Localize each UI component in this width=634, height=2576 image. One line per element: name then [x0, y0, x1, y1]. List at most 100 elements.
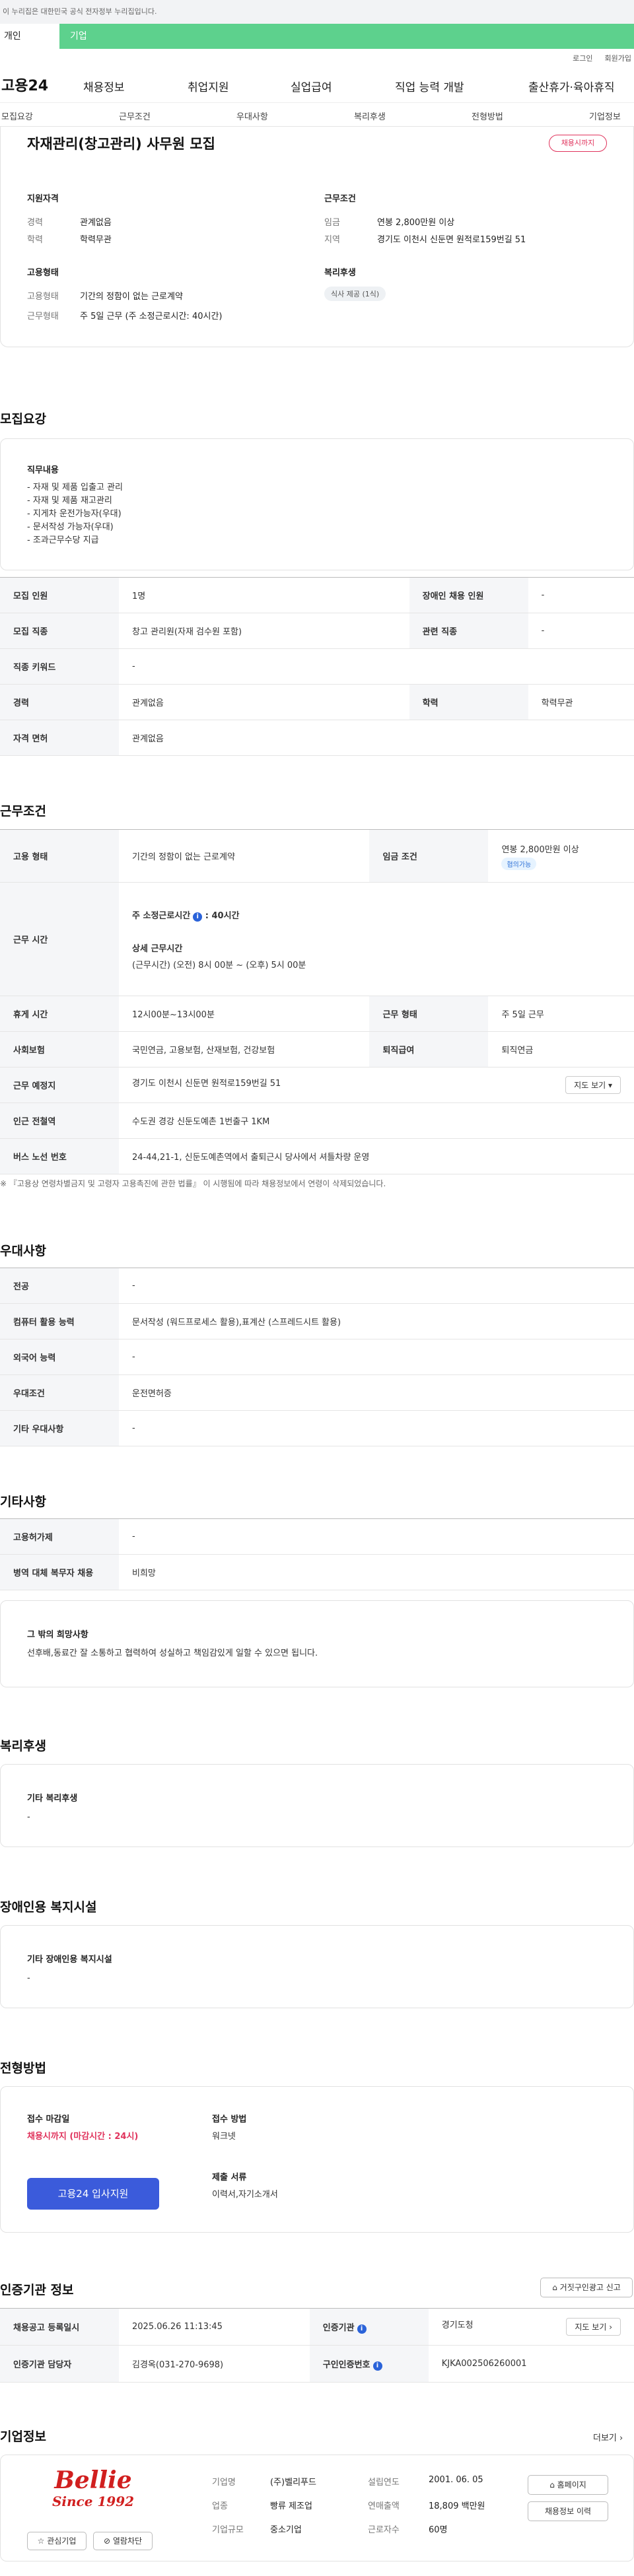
- duty-line: - 문서작성 가능자(우대): [27, 522, 114, 532]
- subnav-welfare[interactable]: 복리후생: [354, 110, 386, 122]
- cell-value: 12시00분~13시00분: [119, 996, 370, 1032]
- welfare-box: 기타 복리후생 -: [0, 1764, 634, 1847]
- welfare-title: 기타 복리후생: [27, 1794, 78, 1804]
- edu-label: 학력: [27, 235, 43, 245]
- cell-key: 휴게 시간: [0, 996, 119, 1032]
- cell-key: 채용공고 등록일시: [0, 2308, 119, 2346]
- duty-line: - 지게차 운전가능자(우대): [27, 509, 122, 519]
- cell-value: 기간의 정함이 없는 근로계약: [119, 829, 370, 883]
- cell-key: 구인인증번호 i: [309, 2345, 429, 2383]
- apply-button[interactable]: 고용24 입사지원: [27, 2178, 159, 2210]
- subnav-conditions[interactable]: 근무조건: [119, 110, 151, 122]
- company-name-label: 기업명: [212, 2478, 236, 2488]
- qual-heading: 지원자격: [27, 194, 59, 204]
- workform-value: 주 5일 근무 (주 소정근로시간: 40시간): [80, 312, 223, 322]
- size-label: 기업규모: [212, 2525, 244, 2535]
- report-button[interactable]: ⌂ 거짓구인광고 신고: [540, 2278, 633, 2297]
- home-icon: ⌂: [549, 2480, 555, 2490]
- cell-value: -: [119, 1518, 634, 1555]
- gov-notice: 이 누리집은 대한민국 공식 전자정부 누리집입니다.: [0, 0, 634, 24]
- etc-heading: 기타사항: [0, 1495, 46, 1509]
- star-icon: ☆: [37, 2536, 45, 2546]
- cell-key: 전공: [0, 1268, 119, 1304]
- welfare-heading: 복리후생: [324, 268, 356, 278]
- welfare-tag: 식사 제공 (1식): [324, 287, 386, 301]
- age-notice: ※ 『고용상 연령차별금지 및 고령자 고용촉진에 관한 법률』 이 시행됨에 …: [0, 1179, 386, 1188]
- hours-detail: (근무시간) (오전) 8시 00분 ~ (오후) 5시 00분: [132, 960, 306, 970]
- workform-label: 근무형태: [27, 312, 59, 322]
- subnav-company[interactable]: 기업정보: [589, 110, 621, 122]
- subnav-recruit[interactable]: 모집요강: [1, 110, 33, 122]
- industry-label: 업종: [212, 2501, 228, 2511]
- map-button[interactable]: 지도 보기 ▾: [565, 1076, 621, 1094]
- gnb-vocational-training[interactable]: 직업 능력 개발: [395, 78, 464, 94]
- gnb-jobs[interactable]: 채용정보: [83, 78, 125, 94]
- house-icon: ⌂: [552, 2283, 557, 2292]
- welfare-text: -: [27, 1812, 30, 1822]
- login-link[interactable]: 로그인: [573, 54, 592, 63]
- cell-value: 운전면허증: [119, 1374, 634, 1411]
- homepage-button[interactable]: ⌂ 홈페이지: [528, 2475, 608, 2495]
- tab-business[interactable]: 기업: [59, 24, 634, 49]
- utility-links: 로그인 회원가입: [0, 49, 634, 65]
- subnav-preference[interactable]: 우대사항: [236, 110, 268, 122]
- cell-key: 고용허가제: [0, 1518, 119, 1555]
- method-value: 워크넷: [212, 2132, 236, 2142]
- cell-key: 근무 예정지: [0, 1067, 119, 1103]
- hope-box: 그 밖의 희망사항 선후배,동료간 잘 소통하고 협력하여 성실하고 책임감있게…: [0, 1600, 634, 1687]
- process-heading: 전형방법: [0, 2061, 46, 2076]
- cell-value: -: [528, 613, 634, 649]
- founded-label: 설립연도: [368, 2478, 400, 2488]
- staff-label: 근로자수: [368, 2525, 400, 2535]
- cell-key: 모집 직종: [0, 613, 119, 649]
- cell-key: 사회보험: [0, 1031, 119, 1068]
- wage-text: 연봉 2,800만원 이상: [501, 844, 579, 855]
- info-icon[interactable]: i: [193, 912, 203, 922]
- job-title: 자재관리(창고관리) 사무원 모집: [27, 136, 215, 152]
- work-heading: 근무조건: [0, 804, 46, 819]
- cell-value: 학력무관: [528, 684, 634, 720]
- interest-button[interactable]: ☆ 관심기업: [27, 2532, 87, 2550]
- cell-value: 문서작성 (워드프로세스 활용),표계산 (스프레드시트 활용): [119, 1303, 634, 1339]
- cell-value: 주 5일 근무: [488, 996, 634, 1032]
- tab-personal[interactable]: 개인: [0, 24, 59, 49]
- hours-value: : 40시간: [205, 910, 240, 921]
- more-link[interactable]: 더보기 ›: [593, 2431, 623, 2443]
- disab-text: -: [27, 1973, 30, 1983]
- cell-key: 임금 조건: [369, 829, 489, 883]
- hope-title: 그 밖의 희망사항: [27, 1630, 88, 1640]
- gnb-parental-leave[interactable]: 출산휴가·육아휴직: [528, 78, 615, 94]
- cell-value: -: [528, 577, 634, 613]
- company-name: (주)벨리푸드: [270, 2478, 316, 2488]
- method-label: 접수 방법: [212, 2115, 247, 2124]
- emptype-label: 고용형태: [27, 292, 59, 302]
- global-nav: 고용24 채용정보 취업지원 실업급여 직업 능력 개발 출산휴가·육아휴직: [0, 65, 634, 103]
- size-value: 중소기업: [270, 2525, 302, 2535]
- user-type-tabs: 개인 기업: [0, 24, 634, 49]
- cell-key: 인근 전철역: [0, 1102, 119, 1139]
- signup-link[interactable]: 회원가입: [605, 54, 631, 63]
- welfare-section-heading: 복리후생: [0, 1739, 46, 1753]
- pref-heading: 우대사항: [0, 1244, 46, 1258]
- map-button[interactable]: 지도 보기 ›: [566, 2318, 621, 2336]
- info-icon[interactable]: i: [357, 2324, 367, 2334]
- gnb-employment-support[interactable]: 취업지원: [188, 78, 229, 94]
- negotiable-badge: 협의가능: [501, 857, 537, 870]
- subnav-process[interactable]: 전형방법: [472, 110, 503, 122]
- block-button[interactable]: ⊘ 열람차단: [93, 2532, 153, 2550]
- pref-table: 전공 - 컴퓨터 활용 능력 문서작성 (워드프로세스 활용),표계산 (스프레드시…: [0, 1268, 634, 1446]
- history-button[interactable]: 채용정보 이력: [528, 2501, 608, 2521]
- job-summary-card: 자재관리(창고관리) 사무원 모집 채용시까지 지원자격 경력 관계없음 학력 …: [0, 127, 634, 347]
- cell-value: 국민연금, 고용보험, 산재보험, 건강보험: [119, 1031, 370, 1068]
- cell-key: 컴퓨터 활용 능력: [0, 1303, 119, 1339]
- site-logo[interactable]: 고용24: [1, 74, 48, 95]
- deadline-label: 접수 마감일: [27, 2115, 70, 2124]
- cell-value: -: [119, 648, 634, 685]
- staff-value: 60명: [429, 2525, 448, 2535]
- info-icon[interactable]: i: [372, 2361, 382, 2371]
- region-value: 경기도 이천시 신둔면 원적로159번길 51: [377, 235, 526, 245]
- duty-title: 직무내용: [27, 465, 59, 475]
- cell-key: 우대조건: [0, 1374, 119, 1411]
- gnb-unemployment-benefit[interactable]: 실업급여: [291, 78, 332, 94]
- cell-key: 경력: [0, 684, 119, 720]
